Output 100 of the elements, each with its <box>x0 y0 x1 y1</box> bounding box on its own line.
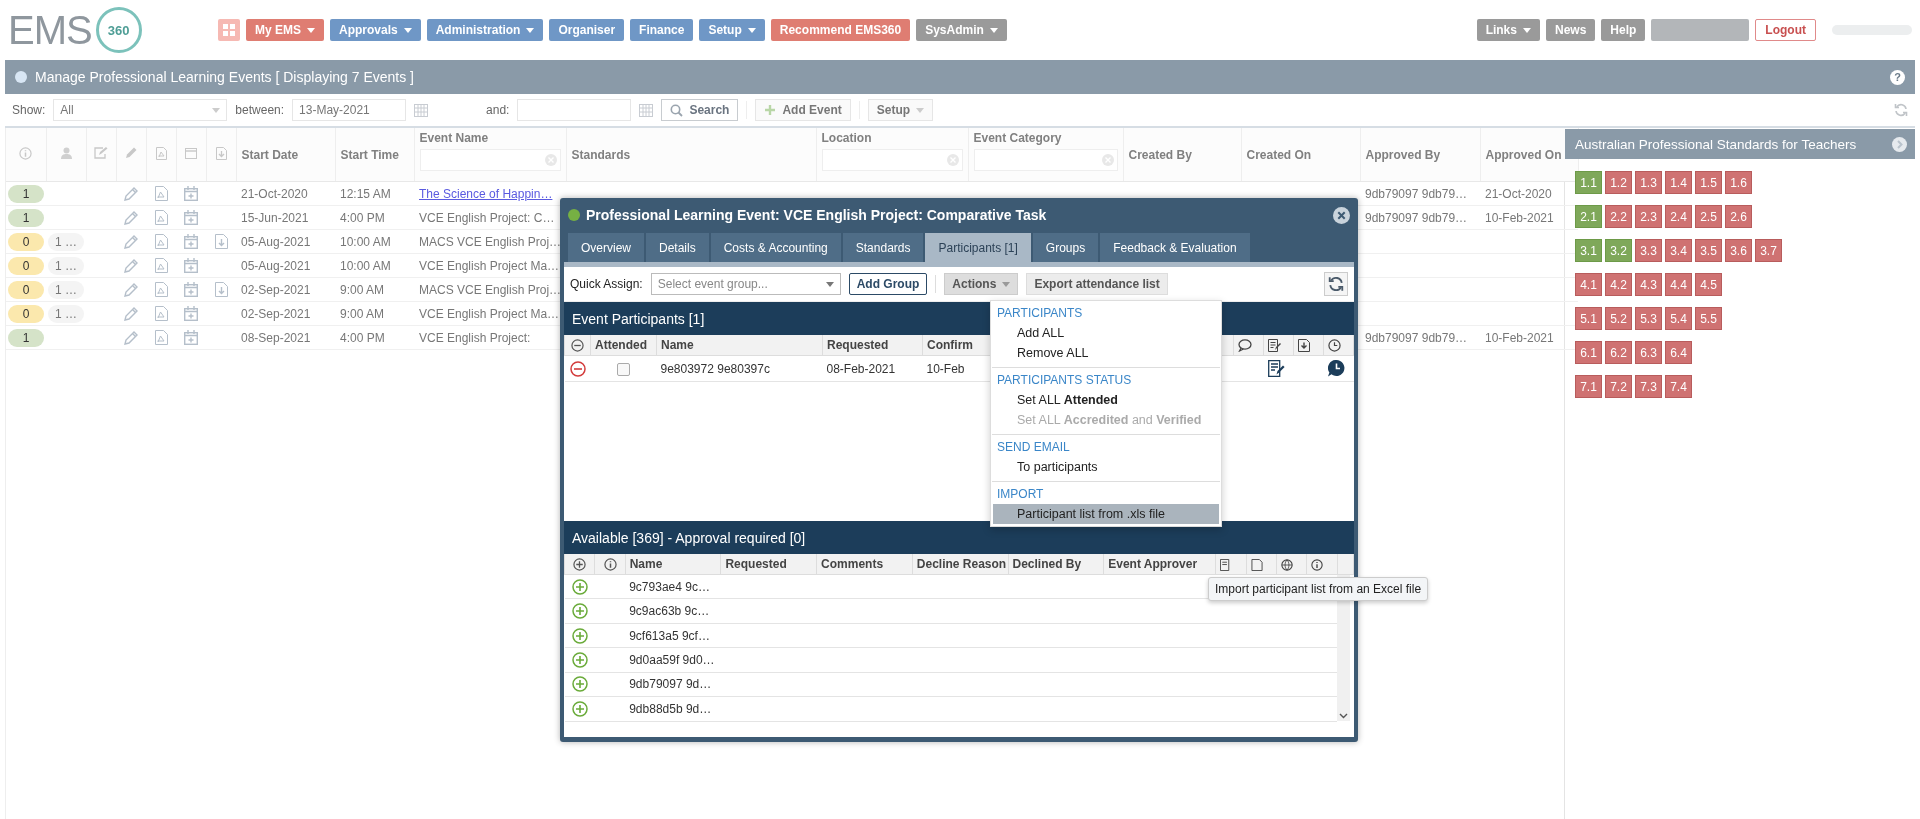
nav-menu-button[interactable]: Administration <box>426 19 544 41</box>
menu-item[interactable]: Add ALL <box>991 323 1221 343</box>
setup-button[interactable]: Setup <box>867 99 934 121</box>
calendar-add-icon[interactable] <box>184 306 198 322</box>
calendar-icon[interactable] <box>639 103 654 117</box>
pdf-icon[interactable] <box>154 186 168 202</box>
arrow-right-icon[interactable] <box>1892 136 1907 152</box>
show-select[interactable]: All <box>53 99 228 121</box>
nav-menu-button[interactable]: Setup <box>699 19 765 41</box>
standard-tag[interactable]: 7.4 <box>1665 375 1692 398</box>
menu-item[interactable]: Set ALL Attended <box>991 390 1221 410</box>
refresh-button[interactable] <box>1324 272 1348 296</box>
nav-menu-button[interactable]: Links <box>1476 19 1540 41</box>
column-header[interactable]: Location <box>821 131 872 145</box>
nav-menu-button[interactable]: Organiser <box>549 19 625 41</box>
help-button[interactable]: ? <box>1890 69 1905 85</box>
pdf-icon[interactable] <box>154 282 168 298</box>
pdf-icon[interactable] <box>154 258 168 274</box>
event-name-link[interactable]: The Science of Happin… <box>419 186 553 201</box>
standard-tag[interactable]: 4.2 <box>1605 273 1632 296</box>
add-icon[interactable] <box>571 578 588 595</box>
pdf-icon[interactable] <box>154 234 168 250</box>
standard-tag[interactable]: 3.5 <box>1695 239 1722 262</box>
tab[interactable]: Overview <box>568 233 644 262</box>
column-header[interactable]: Created By <box>1128 147 1192 162</box>
add-icon[interactable] <box>571 603 588 620</box>
nav-menu-button[interactable]: Logout <box>1755 19 1816 41</box>
calendar-add-icon[interactable] <box>184 258 198 274</box>
standard-tag[interactable]: 1.5 <box>1695 171 1722 194</box>
column-header[interactable]: Standards <box>571 147 631 162</box>
column-header[interactable]: Event Name <box>419 131 489 145</box>
tab[interactable]: Groups <box>1032 233 1099 262</box>
standard-tag[interactable]: 3.1 <box>1575 239 1602 262</box>
download-icon[interactable] <box>214 282 228 298</box>
standard-tag[interactable]: 5.2 <box>1605 307 1632 330</box>
tab[interactable]: Costs & Accounting <box>710 233 841 262</box>
standard-tag[interactable]: 6.1 <box>1575 341 1602 364</box>
column-header[interactable]: Start Time <box>340 147 399 162</box>
standard-tag[interactable]: 2.6 <box>1725 205 1752 228</box>
standard-tag[interactable]: 4.3 <box>1635 273 1662 296</box>
pencil-icon[interactable] <box>124 210 138 225</box>
standard-tag[interactable]: 3.7 <box>1755 239 1782 262</box>
add-event-button[interactable]: Add Event <box>755 99 851 121</box>
attended-checkbox[interactable] <box>617 362 630 376</box>
remove-all-icon[interactable] <box>571 339 584 353</box>
refresh-icon[interactable] <box>1894 103 1908 117</box>
pencil-icon[interactable] <box>124 282 138 297</box>
from-date-field[interactable]: 13-May-2021 <box>292 99 407 121</box>
standard-tag[interactable]: 2.3 <box>1635 205 1662 228</box>
pencil-icon[interactable] <box>124 306 138 321</box>
pencil-icon[interactable] <box>124 330 138 345</box>
standard-tag[interactable]: 5.1 <box>1575 307 1602 330</box>
menu-item[interactable]: Remove ALL <box>991 343 1221 363</box>
standard-tag[interactable]: 7.1 <box>1575 375 1602 398</box>
nav-menu-button[interactable]: Recommend EMS360 <box>770 19 911 41</box>
pencil-icon[interactable] <box>124 234 138 249</box>
column-header[interactable]: Approved On <box>1485 147 1562 162</box>
download-icon[interactable] <box>214 234 228 250</box>
calendar-add-icon[interactable] <box>184 186 198 202</box>
clock-icon[interactable] <box>1327 360 1345 377</box>
calendar-add-icon[interactable] <box>184 210 198 226</box>
chevron-down-icon[interactable] <box>1339 713 1349 719</box>
standard-tag[interactable]: 3.3 <box>1635 239 1662 262</box>
pdf-icon[interactable] <box>154 330 168 346</box>
standard-tag[interactable]: 6.3 <box>1635 341 1662 364</box>
export-button[interactable]: Export attendance list <box>1026 273 1168 295</box>
pencil-icon[interactable] <box>124 186 138 201</box>
note-edit-icon[interactable] <box>1267 360 1285 377</box>
calendar-icon[interactable] <box>414 103 429 117</box>
add-all-icon[interactable] <box>573 558 587 572</box>
column-header[interactable]: Created On <box>1246 147 1312 162</box>
apps-grid-button[interactable] <box>218 19 240 41</box>
standard-tag[interactable]: 2.4 <box>1665 205 1692 228</box>
standard-tag[interactable]: 4.1 <box>1575 273 1602 296</box>
standard-tag[interactable]: 2.5 <box>1695 205 1722 228</box>
nav-menu-button[interactable]: My EMS <box>246 19 324 41</box>
standard-tag[interactable]: 3.6 <box>1725 239 1752 262</box>
standard-tag[interactable]: 1.4 <box>1665 171 1692 194</box>
standard-tag[interactable]: 3.4 <box>1665 239 1692 262</box>
calendar-add-icon[interactable] <box>184 330 198 346</box>
nav-menu-button[interactable]: Finance <box>630 19 694 41</box>
calendar-add-icon[interactable] <box>184 234 198 250</box>
nav-menu-button[interactable]: News <box>1545 19 1596 41</box>
remove-icon[interactable] <box>569 360 586 377</box>
standard-tag[interactable]: 3.2 <box>1605 239 1632 262</box>
actions-button[interactable]: Actions <box>944 273 1019 295</box>
menu-item[interactable]: To participants <box>991 457 1221 477</box>
standard-tag[interactable]: 6.2 <box>1605 341 1632 364</box>
tab[interactable]: Details <box>646 233 709 262</box>
standard-tag[interactable]: 4.5 <box>1695 273 1722 296</box>
add-icon[interactable] <box>571 627 588 644</box>
standard-tag[interactable]: 1.3 <box>1635 171 1662 194</box>
standard-tag[interactable]: 6.4 <box>1665 341 1692 364</box>
search-button[interactable]: Search <box>661 99 739 121</box>
event-group-select[interactable]: Select event group... <box>650 273 841 295</box>
tab[interactable]: Feedback & Evaluation <box>1100 233 1250 262</box>
calendar-add-icon[interactable] <box>184 282 198 298</box>
add-icon[interactable] <box>571 676 588 693</box>
standard-tag[interactable]: 7.2 <box>1605 375 1632 398</box>
column-header[interactable]: Name <box>661 338 694 352</box>
